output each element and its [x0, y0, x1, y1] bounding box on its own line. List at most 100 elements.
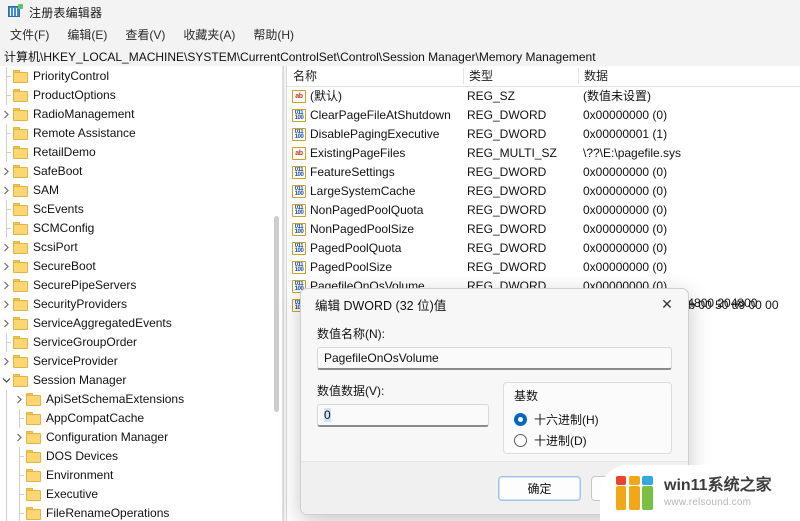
radio-decimal[interactable]: 十进制(D) — [514, 430, 661, 451]
chevron-right-icon[interactable] — [0, 238, 13, 257]
tree-item[interactable]: ScEvents — [0, 200, 282, 219]
tree-item[interactable]: ApiSetSchemaExtensions — [0, 390, 282, 409]
folder-icon — [26, 450, 41, 463]
value-data: 0x00000000 (0) — [583, 184, 668, 198]
tree-leaf-guide — [13, 504, 26, 521]
tree-item[interactable]: SecurityProviders — [0, 295, 282, 314]
value-row[interactable]: 011 100 LargeSystemCache REG_DWORD 0x0000000… — [287, 182, 800, 201]
tree-item[interactable]: SafeBoot — [0, 162, 282, 181]
tree-item[interactable]: ServiceAggregatedEvents — [0, 314, 282, 333]
tree-item-label: SafeBoot — [33, 164, 83, 178]
tree-leaf-guide — [0, 219, 13, 238]
chevron-right-icon[interactable] — [0, 162, 13, 181]
column-header-data[interactable]: 数据 — [578, 66, 800, 86]
value-data: 0x00000000 (0) — [583, 203, 668, 217]
column-header-name[interactable]: 名称 — [287, 66, 463, 86]
tree-item[interactable]: Configuration Manager — [0, 428, 282, 447]
tree-item-label: ApiSetSchemaExtensions — [46, 392, 185, 406]
menu-favorites[interactable]: 收藏夹(A) — [181, 24, 244, 46]
chevron-down-icon[interactable] — [0, 371, 13, 390]
close-icon[interactable]: ✕ — [646, 289, 688, 319]
value-row[interactable]: 011 100 NonPagedPoolSize REG_DWORD 0x0000000… — [287, 220, 800, 239]
tree-item[interactable]: ServiceGroupOrder — [0, 333, 282, 352]
tree-leaf-guide — [13, 466, 26, 485]
tree-item[interactable]: Environment — [0, 466, 282, 485]
tree-item[interactable]: FileRenameOperations — [0, 504, 282, 521]
chevron-right-icon[interactable] — [0, 105, 13, 124]
folder-icon — [13, 317, 28, 330]
window-title: 注册表编辑器 — [29, 5, 103, 20]
tree-indent-guide — [0, 504, 13, 521]
tree-scrollbar[interactable] — [271, 66, 282, 521]
tree-item[interactable]: SecurePipeServers — [0, 276, 282, 295]
value-row[interactable]: ab ExistingPageFiles REG_MULTI_SZ \??\E:\pa… — [287, 144, 800, 163]
value-name: PagedPoolQuota — [310, 241, 402, 255]
radio-decimal-label: 十进制(D) — [534, 434, 587, 448]
tree-indent-guide — [0, 390, 13, 409]
value-name-label: 数值名称(N): — [317, 327, 385, 341]
values-header: 名称 类型 数据 — [287, 66, 800, 87]
value-row[interactable]: ab (默认) REG_SZ (数值未设置) — [287, 87, 800, 106]
column-header-type[interactable]: 类型 — [463, 66, 578, 86]
value-data-input[interactable]: 0 — [317, 404, 489, 427]
radio-hexadecimal-label: 十六进制(H) — [534, 413, 599, 427]
tree-scrollbar-thumb[interactable] — [274, 216, 279, 412]
edit-dword-dialog: 编辑 DWORD (32 位)值 ✕ 数值名称(N): PagefileOnOs… — [300, 288, 689, 515]
address-bar[interactable]: 计算机\HKEY_LOCAL_MACHINE\SYSTEM\CurrentCon… — [0, 46, 800, 67]
menu-edit[interactable]: 编辑(E) — [65, 24, 116, 46]
tree-item[interactable]: Remote Assistance — [0, 124, 282, 143]
menu-file[interactable]: 文件(F) — [8, 24, 58, 46]
tree-item[interactable]: DOS Devices — [0, 447, 282, 466]
tree-item[interactable]: Session Manager — [0, 371, 282, 390]
value-name-input[interactable]: PagefileOnOsVolume — [317, 347, 672, 370]
chevron-right-icon[interactable] — [0, 181, 13, 200]
chevron-right-icon[interactable] — [0, 257, 13, 276]
menu-help[interactable]: 帮助(H) — [251, 24, 303, 46]
tree-item[interactable]: RetailDemo — [0, 143, 282, 162]
value-row[interactable]: 011 100 PagedPoolQuota REG_DWORD 0x00000000 … — [287, 239, 800, 258]
cancel-button[interactable] — [591, 475, 674, 501]
chevron-right-icon[interactable] — [0, 352, 13, 371]
menu-view[interactable]: 查看(V) — [123, 24, 174, 46]
tree-item[interactable]: SCMConfig — [0, 219, 282, 238]
tree-item[interactable]: Executive — [0, 485, 282, 504]
chevron-right-icon[interactable] — [0, 295, 13, 314]
value-type: REG_DWORD — [467, 108, 547, 122]
value-data-text: 0 — [324, 408, 331, 422]
tree-item[interactable]: RadioManagement — [0, 105, 282, 124]
chevron-right-icon[interactable] — [13, 428, 26, 447]
chevron-right-icon[interactable] — [13, 390, 26, 409]
value-row[interactable]: 011 100 NonPagedPoolQuota REG_DWORD 0x000000… — [287, 201, 800, 220]
tree-item[interactable]: ScsiPort — [0, 238, 282, 257]
registry-editor-icon — [8, 4, 23, 19]
folder-icon — [13, 127, 28, 140]
tree-item-label: SAM — [33, 183, 60, 197]
ok-button[interactable]: 确定 — [498, 475, 581, 501]
value-name: ClearPageFileAtShutdown — [310, 108, 451, 122]
tree-indent-guide — [0, 447, 13, 466]
value-type: REG_DWORD — [467, 165, 547, 179]
value-name: DisablePagingExecutive — [310, 127, 440, 141]
value-row[interactable]: 011 100 ClearPageFileAtShutdown REG_DWORD 0x… — [287, 106, 800, 125]
value-row[interactable]: 011 100 DisablePagingExecutive REG_DWORD 0x0… — [287, 125, 800, 144]
radio-hexadecimal[interactable]: 十六进制(H) — [514, 409, 661, 430]
registry-tree: PriorityControl ProductOptions RadioManage… — [0, 66, 282, 521]
tree-item[interactable]: PriorityControl — [0, 67, 282, 86]
chevron-right-icon[interactable] — [0, 314, 13, 333]
chevron-right-icon[interactable] — [0, 276, 13, 295]
folder-icon — [13, 374, 28, 387]
value-name: NonPagedPoolSize — [310, 222, 415, 236]
tree-item-label: Configuration Manager — [46, 430, 169, 444]
value-row[interactable]: 011 100 PagedPoolSize REG_DWORD 0x00000000 (… — [287, 258, 800, 277]
string-value-icon: ab — [292, 147, 306, 160]
tree-item[interactable]: ServiceProvider — [0, 352, 282, 371]
tree-item[interactable]: SecureBoot — [0, 257, 282, 276]
tree-item[interactable]: ProductOptions — [0, 86, 282, 105]
value-type: REG_DWORD — [467, 184, 547, 198]
tree-item[interactable]: SAM — [0, 181, 282, 200]
value-row[interactable]: 011 100 FeatureSettings REG_DWORD 0x00000000… — [287, 163, 800, 182]
dialog-body: 数值名称(N): PagefileOnOsVolume 数值数据(V): 0 基… — [301, 319, 688, 454]
tree-item[interactable]: AppCompatCache — [0, 409, 282, 428]
folder-icon — [13, 279, 28, 292]
value-type: REG_DWORD — [467, 241, 547, 255]
